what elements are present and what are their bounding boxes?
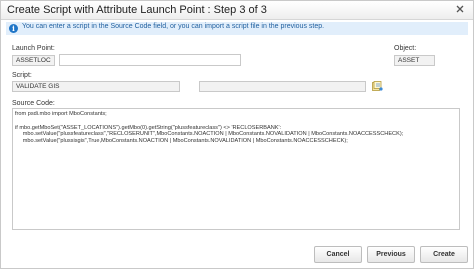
object-label: Object:: [394, 45, 417, 52]
dialog-title: Create Script with Attribute Launch Poin…: [7, 4, 267, 16]
script-description-field[interactable]: [199, 81, 366, 92]
launch-point-label: Launch Point:: [12, 45, 55, 52]
create-button[interactable]: Create: [420, 246, 468, 263]
source-code-label: Source Code:: [12, 100, 55, 107]
info-message-bar: i You can enter a script in the Source C…: [6, 22, 468, 35]
info-icon: i: [9, 24, 18, 33]
close-icon[interactable]: [454, 3, 466, 15]
launch-point-field[interactable]: ASSETLOC: [12, 55, 55, 66]
script-label: Script:: [12, 72, 32, 79]
launch-point-description-field[interactable]: [59, 54, 241, 66]
object-field[interactable]: ASSET: [394, 55, 435, 66]
cancel-button[interactable]: Cancel: [314, 246, 362, 263]
info-message: You can enter a script in the Source Cod…: [22, 23, 325, 30]
dialog-titlebar: Create Script with Attribute Launch Poin…: [1, 1, 473, 20]
attachment-icon[interactable]: [372, 81, 383, 91]
script-field[interactable]: VALIDATE GIS: [12, 81, 180, 92]
previous-button[interactable]: Previous: [367, 246, 415, 263]
create-script-dialog: Create Script with Attribute Launch Poin…: [0, 0, 474, 269]
source-code-textarea[interactable]: from psdi.mbo import MboConstants; if mb…: [12, 108, 460, 230]
